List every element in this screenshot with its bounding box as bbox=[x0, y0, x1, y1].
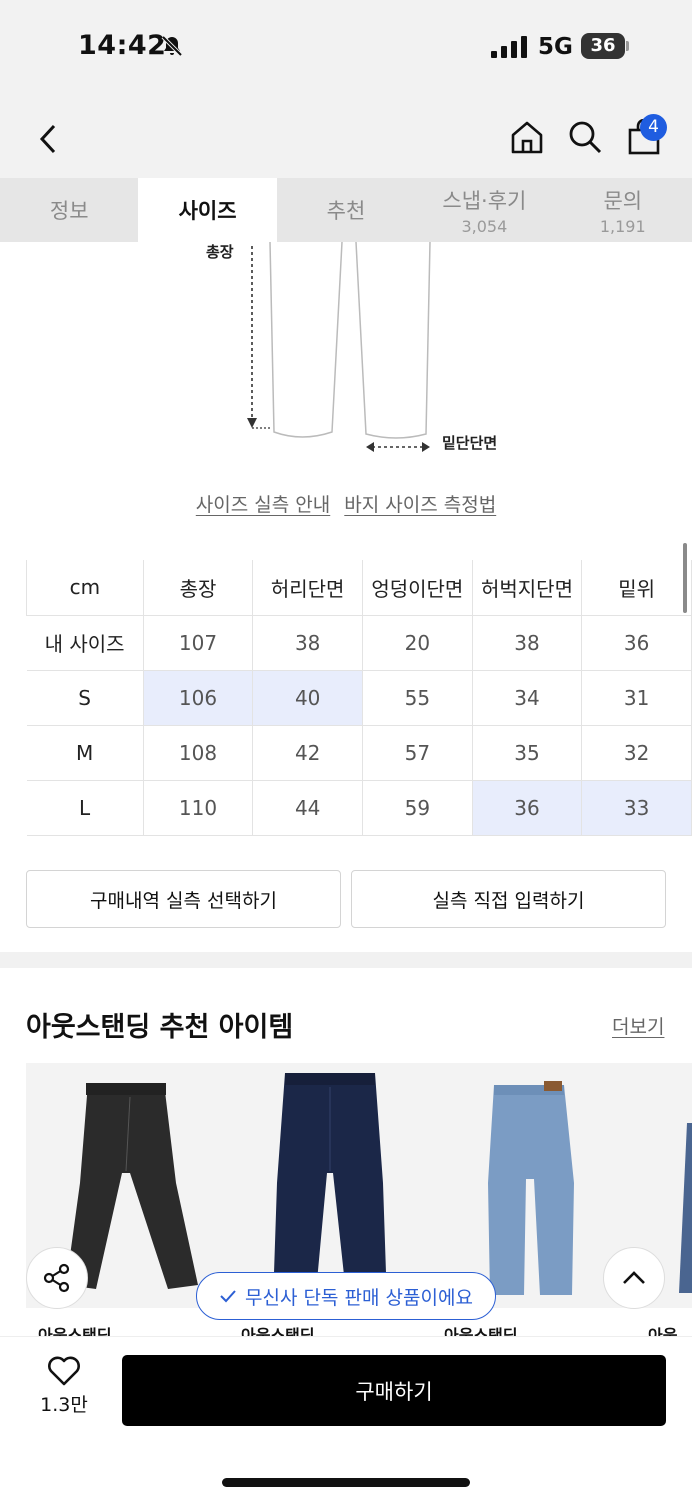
table-cell: 59 bbox=[362, 779, 473, 836]
table-header-unit: cm bbox=[26, 560, 144, 616]
tab-reviews[interactable]: 스냅·후기 3,054 bbox=[415, 178, 553, 242]
table-header: 밑위 bbox=[581, 560, 692, 616]
tab-count: 1,191 bbox=[599, 216, 646, 236]
tab-label: 정보 bbox=[49, 199, 89, 223]
cart-count-badge: 4 bbox=[640, 114, 667, 141]
scroll-to-top-button[interactable] bbox=[603, 1247, 665, 1309]
table-row: L 110 44 59 36 33 bbox=[26, 779, 692, 836]
heart-icon bbox=[48, 1356, 80, 1386]
row-label: M bbox=[26, 724, 144, 781]
home-indicator bbox=[222, 1478, 470, 1487]
product-tabs: 정보 사이즈 추천 스냅·후기 3,054 문의 1,191 bbox=[0, 178, 692, 242]
row-label: L bbox=[26, 779, 144, 836]
signal-icon bbox=[491, 36, 527, 58]
like-count: 1.3만 bbox=[40, 1394, 88, 1416]
tab-label: 사이즈 bbox=[178, 199, 237, 223]
table-cell-highlighted: 36 bbox=[471, 779, 583, 836]
table-cell: 42 bbox=[252, 724, 363, 781]
table-cell: 44 bbox=[252, 779, 363, 836]
table-cell: 36 bbox=[581, 614, 692, 671]
tab-info[interactable]: 정보 bbox=[0, 178, 138, 242]
chevron-left-icon bbox=[39, 124, 56, 154]
table-row: S 106 40 55 34 31 bbox=[26, 669, 692, 726]
bell-off-icon bbox=[161, 35, 183, 57]
table-cell: 55 bbox=[362, 669, 473, 726]
exclusive-notice: 무신사 단독 판매 상품이에요 bbox=[196, 1272, 496, 1320]
tab-size[interactable]: 사이즈 bbox=[138, 178, 277, 242]
table-scrollbar[interactable] bbox=[683, 543, 687, 613]
section-divider bbox=[0, 952, 692, 968]
table-cell-highlighted: 33 bbox=[581, 779, 692, 836]
table-cell: 108 bbox=[142, 724, 254, 781]
table-cell: 110 bbox=[142, 779, 254, 836]
table-cell-highlighted: 106 bbox=[142, 669, 254, 726]
like-button[interactable]: 1.3만 bbox=[28, 1356, 100, 1426]
battery-level: 36 bbox=[581, 33, 625, 59]
table-cell: 34 bbox=[471, 669, 583, 726]
table-row: M 108 42 57 35 32 bbox=[26, 724, 692, 781]
home-icon bbox=[511, 121, 543, 154]
row-label: 내 사이즈 bbox=[26, 614, 144, 671]
tab-label: 스냅·후기 bbox=[442, 188, 527, 213]
table-header: 허벅지단면 bbox=[471, 560, 583, 616]
table-cell: 38 bbox=[252, 614, 363, 671]
size-guide-links: 사이즈 실측 안내 바지 사이즈 측정법 bbox=[0, 490, 692, 517]
share-button[interactable] bbox=[26, 1247, 88, 1309]
status-bar: 14:42 5G 36 bbox=[0, 0, 692, 96]
buy-button[interactable]: 구매하기 bbox=[122, 1355, 666, 1426]
total-length-label: 총장 bbox=[206, 243, 234, 261]
select-from-purchases-button[interactable]: 구매내역 실측 선택하기 bbox=[26, 870, 341, 928]
network-type: 5G bbox=[538, 34, 573, 60]
table-cell: 31 bbox=[581, 669, 692, 726]
back-button[interactable] bbox=[26, 117, 70, 161]
actual-size-guide-link[interactable]: 사이즈 실측 안내 bbox=[196, 494, 330, 516]
table-row: 내 사이즈 107 38 20 38 36 bbox=[26, 614, 692, 671]
share-icon bbox=[43, 1263, 70, 1293]
battery-icon: 36 bbox=[581, 33, 629, 59]
table-cell: 32 bbox=[581, 724, 692, 781]
tab-label: 추천 bbox=[326, 199, 366, 223]
tab-recommend[interactable]: 추천 bbox=[277, 178, 415, 242]
status-time: 14:42 bbox=[78, 30, 167, 61]
search-icon bbox=[569, 121, 602, 154]
tab-count: 3,054 bbox=[461, 216, 508, 236]
tab-label: 문의 bbox=[603, 188, 643, 213]
table-header-row: cm 총장 허리단면 엉덩이단면 허벅지단면 밑위 bbox=[26, 560, 692, 616]
table-header: 총장 bbox=[142, 560, 254, 616]
recommendation-title: 아웃스탠딩 추천 아이템 bbox=[26, 1012, 294, 1043]
table-header: 허리단면 bbox=[252, 560, 363, 616]
measure-actions: 구매내역 실측 선택하기 실측 직접 입력하기 bbox=[26, 870, 666, 928]
search-button[interactable] bbox=[563, 115, 607, 159]
table-cell: 57 bbox=[362, 724, 473, 781]
row-label: S bbox=[26, 669, 144, 726]
exclusive-notice-text: 무신사 단독 판매 상품이에요 bbox=[245, 1286, 473, 1309]
tab-inquiry[interactable]: 문의 1,191 bbox=[554, 178, 692, 242]
table-cell: 107 bbox=[142, 614, 254, 671]
pants-size-diagram bbox=[247, 242, 431, 452]
table-cell: 20 bbox=[362, 614, 473, 671]
table-cell: 38 bbox=[471, 614, 583, 671]
hem-width-label: 밑단단면 bbox=[442, 434, 498, 452]
pants-measure-guide-link[interactable]: 바지 사이즈 측정법 bbox=[344, 494, 496, 516]
check-icon bbox=[220, 1290, 236, 1303]
table-cell: 35 bbox=[471, 724, 583, 781]
table-header: 엉덩이단면 bbox=[362, 560, 473, 616]
home-button[interactable] bbox=[505, 115, 549, 159]
table-cell-highlighted: 40 bbox=[252, 669, 363, 726]
size-table: cm 총장 허리단면 엉덩이단면 허벅지단면 밑위 내 사이즈 107 38 2… bbox=[26, 560, 692, 836]
product-size-page: 14:42 5G 36 4 정보 사이즈 추천 스냅·후기 3,054 문의 1… bbox=[0, 0, 692, 1500]
more-link[interactable]: 더보기 bbox=[612, 1012, 664, 1039]
chevron-up-icon bbox=[623, 1271, 645, 1284]
direct-input-button[interactable]: 실측 직접 입력하기 bbox=[351, 870, 666, 928]
